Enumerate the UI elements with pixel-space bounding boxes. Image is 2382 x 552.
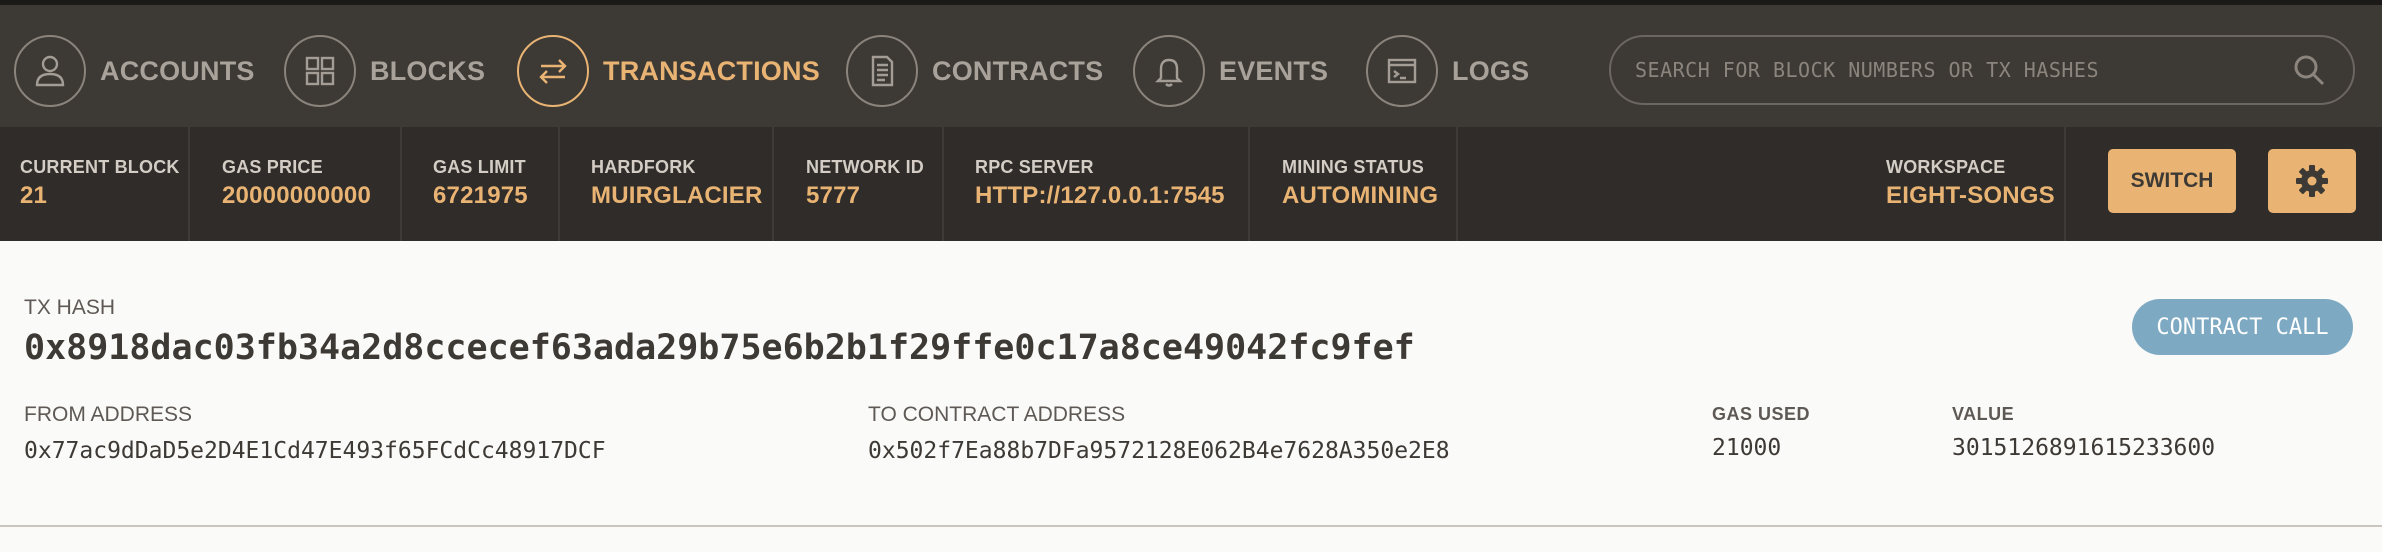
- search-icon[interactable]: [2289, 50, 2329, 90]
- stat-gas-limit: GAS LIMIT 6721975: [402, 127, 560, 241]
- tx-type-badge: CONTRACT CALL: [2132, 299, 2353, 355]
- user-icon: [14, 35, 86, 107]
- stat-value: 6721975: [433, 182, 528, 209]
- stat-label: HARDFORK: [591, 157, 696, 177]
- stat-label: NETWORK ID: [806, 157, 924, 177]
- nav-events[interactable]: EVENTS: [1133, 32, 1328, 110]
- stat-rpc-server: RPC SERVER HTTP://127.0.0.1:7545: [944, 127, 1250, 241]
- stat-value: MUIRGLACIER: [591, 182, 763, 209]
- stat-mining-status: MINING STATUS AUTOMINING: [1250, 127, 1458, 241]
- stat-label: GAS PRICE: [222, 157, 323, 177]
- nav-logs[interactable]: LOGS: [1366, 32, 1529, 110]
- tx-hash-label: TX HASH: [24, 296, 116, 319]
- stat-label: CURRENT BLOCK: [20, 157, 180, 177]
- from-address-label: FROM ADDRESS: [24, 403, 193, 426]
- stat-gas-price: GAS PRICE 20000000000: [190, 127, 402, 241]
- gear-icon: [2296, 165, 2328, 197]
- status-bar: CURRENT BLOCK 21 GAS PRICE 20000000000 G…: [0, 127, 2382, 241]
- stat-value: EIGHT-SONGS: [1886, 182, 2055, 209]
- value-label: VALUE: [1952, 404, 2015, 424]
- stat-hardfork: HARDFORK MUIRGLACIER: [560, 127, 774, 241]
- nav-accounts-label: ACCOUNTS: [100, 55, 255, 86]
- value-amount: 3015126891615233600: [1952, 435, 2216, 461]
- stat-workspace: WORKSPACE EIGHT-SONGS: [1858, 127, 2066, 241]
- nav-contracts-label: CONTRACTS: [932, 55, 1104, 86]
- nav-blocks-label: BLOCKS: [370, 55, 486, 86]
- from-address-value: 0x77ac9dDaD5e2D4E1Cd47E493f65FCdCc48917D…: [24, 438, 606, 464]
- nav-contracts[interactable]: CONTRACTS: [846, 32, 1103, 110]
- stat-network-id: NETWORK ID 5777: [774, 127, 944, 241]
- stat-label: WORKSPACE: [1886, 157, 2006, 177]
- to-contract-address-label: TO CONTRACT ADDRESS: [868, 403, 1126, 426]
- top-navigation: ACCOUNTS BLOCKS TRANSACTIONS CONTRACTS E…: [0, 0, 2382, 127]
- nav-events-label: EVENTS: [1219, 55, 1329, 86]
- nav-logs-label: LOGS: [1452, 55, 1530, 86]
- stat-value: 5777: [806, 182, 861, 209]
- divider: [0, 525, 2382, 527]
- stat-current-block: CURRENT BLOCK 21: [0, 127, 190, 241]
- settings-button[interactable]: [2268, 149, 2356, 213]
- search-box: [1609, 35, 2355, 105]
- swap-arrows-icon: [517, 35, 589, 107]
- nav-blocks[interactable]: BLOCKS: [284, 32, 485, 110]
- nav-transactions[interactable]: TRANSACTIONS: [517, 32, 820, 110]
- stat-label: GAS LIMIT: [433, 157, 526, 177]
- stat-value: AUTOMINING: [1282, 182, 1439, 209]
- stat-label: RPC SERVER: [975, 157, 1094, 177]
- to-contract-address-value: 0x502f7Ea88b7DFa9572128E062B4e7628A350e2…: [868, 438, 1450, 464]
- stat-label: MINING STATUS: [1282, 157, 1424, 177]
- terminal-icon: [1366, 35, 1438, 107]
- search-input[interactable]: [1635, 58, 2289, 82]
- gas-used-value: 21000: [1712, 435, 1782, 461]
- switch-workspace-button[interactable]: SWITCH: [2108, 149, 2236, 213]
- tx-hash-value: 0x8918dac03fb34a2d8ccecef63ada29b75e6b2b…: [24, 328, 1415, 368]
- grid-icon: [284, 35, 356, 107]
- nav-transactions-label: TRANSACTIONS: [603, 55, 820, 86]
- gas-used-label: GAS USED: [1712, 404, 1811, 424]
- stat-value: 20000000000: [222, 182, 372, 209]
- bell-icon: [1133, 35, 1205, 107]
- nav-accounts[interactable]: ACCOUNTS: [14, 32, 255, 110]
- stat-value: 21: [20, 182, 48, 209]
- stat-value: HTTP://127.0.0.1:7545: [975, 182, 1225, 209]
- transaction-detail: TX HASH 0x8918dac03fb34a2d8ccecef63ada29…: [0, 241, 2382, 552]
- document-icon: [846, 35, 918, 107]
